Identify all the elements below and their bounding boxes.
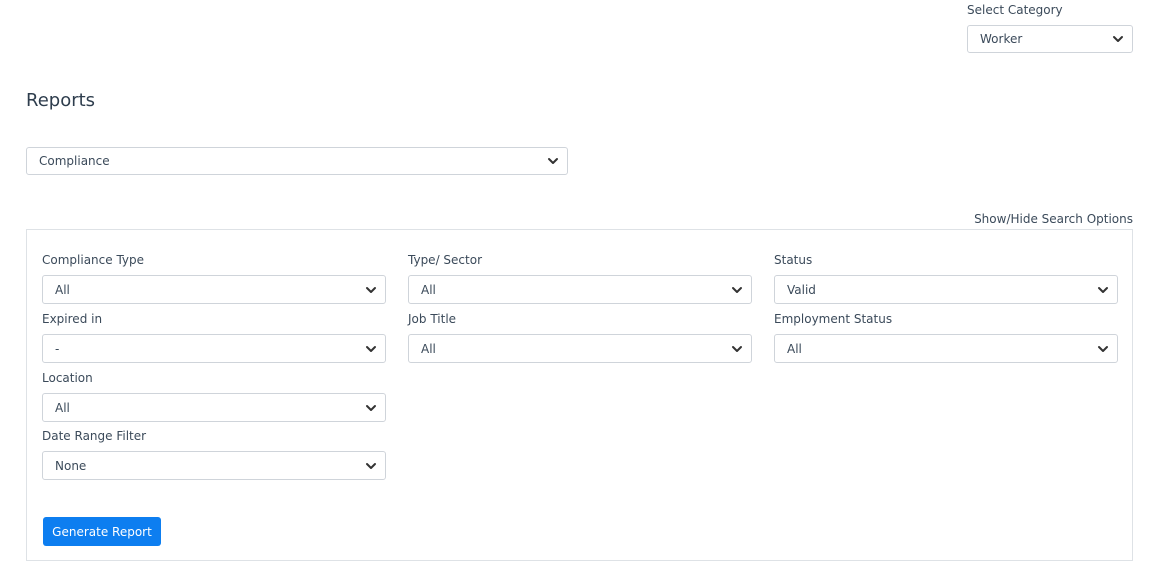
chevron-down-icon [731,284,743,296]
expired-in-value: - [55,341,60,356]
location-value: All [55,400,70,415]
compliance-type-label: Compliance Type [42,253,145,267]
date-range-filter-value: None [55,458,87,473]
job-title-value: All [421,341,436,356]
type-sector-label: Type/ Sector [408,253,482,267]
expired-in-label: Expired in [42,312,103,326]
report-type-select-value: Compliance [39,154,110,168]
compliance-type-select[interactable]: All [42,275,386,304]
show-hide-search-options-link[interactable]: Show/Hide Search Options [974,212,1133,226]
chevron-down-icon [365,402,377,414]
page-title: Reports [26,90,96,111]
employment-status-label: Employment Status [774,312,893,326]
category-select[interactable]: Worker [967,25,1133,53]
expired-in-select[interactable]: - [42,334,386,363]
chevron-down-icon [731,343,743,355]
reports-page: Select Category Worker Reports Complianc… [0,0,1169,562]
status-label: Status [774,253,813,267]
search-options-panel: Compliance Type All Type/ Sector All Sta… [26,229,1133,561]
compliance-type-value: All [55,282,70,297]
generate-report-button[interactable]: Generate Report [43,517,161,546]
status-value: Valid [787,282,816,297]
location-label: Location [42,371,93,385]
date-range-filter-label: Date Range Filter [42,429,147,443]
job-title-select[interactable]: All [408,334,752,363]
chevron-down-icon [365,284,377,296]
report-type-select[interactable]: Compliance [26,147,568,175]
employment-status-select[interactable]: All [774,334,1118,363]
chevron-down-icon [365,460,377,472]
select-category-label: Select Category [967,3,1063,17]
employment-status-value: All [787,341,802,356]
chevron-down-icon [1097,284,1109,296]
date-range-filter-select[interactable]: None [42,451,386,480]
chevron-down-icon [547,155,559,167]
type-sector-select[interactable]: All [408,275,752,304]
type-sector-value: All [421,282,436,297]
chevron-down-icon [1097,343,1109,355]
category-select-value: Worker [980,32,1023,46]
chevron-down-icon [365,343,377,355]
location-select[interactable]: All [42,393,386,422]
status-select[interactable]: Valid [774,275,1118,304]
job-title-label: Job Title [408,312,457,326]
chevron-down-icon [1112,33,1124,45]
